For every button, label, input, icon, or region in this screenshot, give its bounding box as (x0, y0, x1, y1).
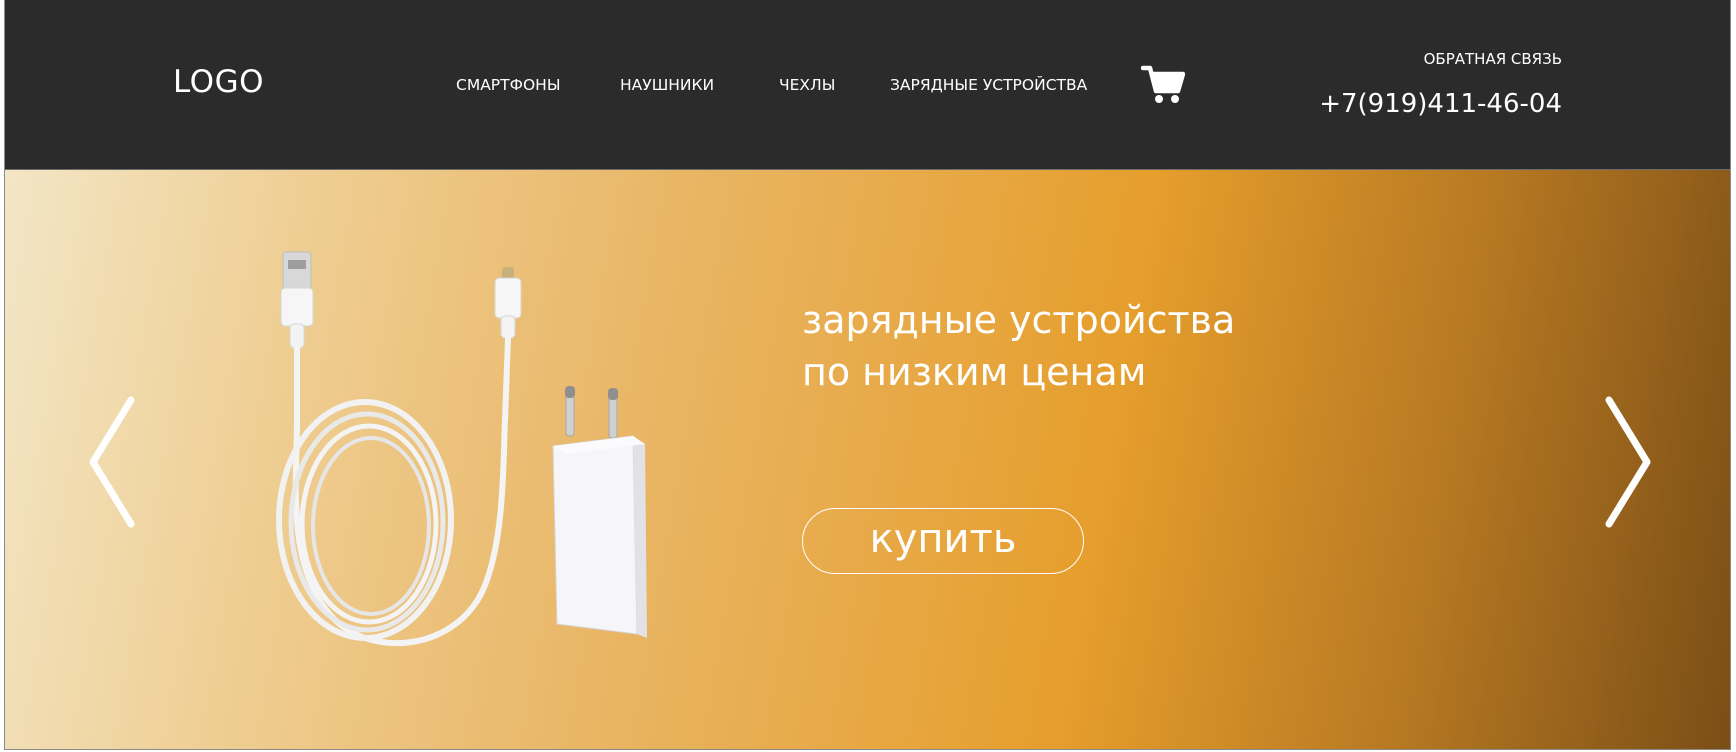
chevron-left-icon (89, 396, 135, 528)
slider-next-button[interactable] (1597, 392, 1657, 532)
page-frame: LOGO СМАРТФОНЫ НАУШНИКИ ЧЕХЛЫ ЗАРЯДНЫЕ У… (4, 0, 1731, 750)
cart-icon (1140, 65, 1186, 103)
slider-prev-button[interactable] (83, 392, 143, 532)
hero-headline-line-1: зарядные устройства (802, 298, 1236, 342)
site-header: LOGO СМАРТФОНЫ НАУШНИКИ ЧЕХЛЫ ЗАРЯДНЫЕ У… (5, 0, 1730, 170)
nav-item-smartphones[interactable]: СМАРТФОНЫ (456, 76, 561, 94)
feedback-link[interactable]: ОБРАТНАЯ СВЯЗЬ (1424, 50, 1562, 68)
hero-headline: зарядные устройства по низким ценам (802, 294, 1235, 398)
nav-item-chargers[interactable]: ЗАРЯДНЫЕ УСТРОЙСТВА (890, 76, 1087, 94)
hero-headline-line-2: по низким ценам (802, 350, 1147, 394)
hero-slider: зарядные устройства по низким ценам купи… (5, 170, 1730, 749)
phone-number[interactable]: +7(919)411-46-04 (1319, 89, 1562, 119)
nav-item-cases[interactable]: ЧЕХЛЫ (779, 76, 835, 94)
usb-cable-and-charger-image (255, 240, 675, 660)
nav-item-headphones[interactable]: НАУШНИКИ (620, 76, 714, 94)
chevron-right-icon (1605, 396, 1651, 528)
buy-button[interactable]: купить (802, 508, 1084, 574)
cart-button[interactable] (1140, 64, 1186, 104)
